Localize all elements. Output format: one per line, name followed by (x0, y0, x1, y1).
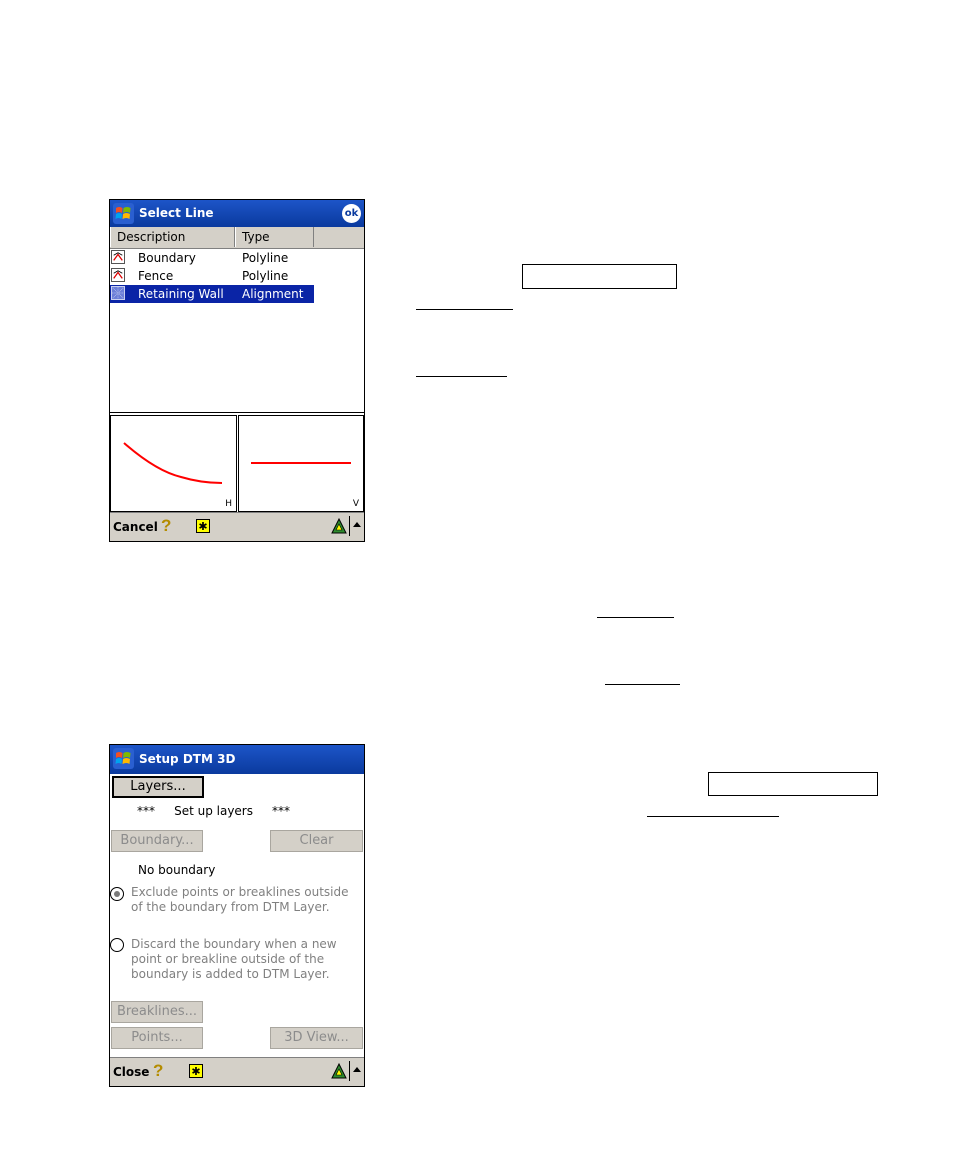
vertical-profile-line (251, 462, 351, 464)
exclude-option-label: Exclude points or breaklines outside of … (131, 885, 349, 914)
star-icon[interactable]: ✱ (189, 1064, 203, 1078)
help-icon[interactable]: ? (161, 517, 175, 535)
command-bar: Cancel ? ✱ (110, 512, 364, 541)
divider (349, 1061, 350, 1081)
input-panel-arrow-icon[interactable] (353, 522, 361, 527)
windows-start-icon[interactable] (113, 748, 134, 769)
layers-status: *** Set up layers *** (137, 804, 291, 818)
discard-option-label: Discard the boundary when a new point or… (131, 937, 337, 981)
vertical-view-panel: V (238, 415, 364, 512)
ok-button[interactable]: ok (342, 204, 361, 223)
alignment-icon (111, 286, 125, 300)
row-type: Alignment (242, 287, 304, 301)
discard-radio[interactable] (110, 938, 124, 952)
exclude-radio[interactable] (110, 887, 124, 901)
horizontal-view-panel: H (110, 415, 237, 512)
annotation-underline (416, 376, 507, 377)
select-line-screen: Select Line ok Description Type Boundary… (109, 199, 365, 542)
polyline-icon (111, 268, 125, 282)
annotation-box (708, 772, 878, 796)
command-bar: Close ? ✱ (110, 1057, 364, 1086)
column-header-type[interactable]: Type (235, 227, 314, 247)
input-panel-arrow-icon[interactable] (353, 1067, 361, 1072)
annotation-underline (416, 309, 513, 310)
row-description: Fence (138, 269, 174, 283)
points-button[interactable]: Points... (111, 1027, 203, 1049)
clear-button[interactable]: Clear (270, 830, 363, 852)
cancel-button[interactable]: Cancel (113, 520, 158, 534)
annotation-underline (605, 684, 680, 685)
divider (349, 516, 350, 536)
window-title: Select Line (139, 206, 214, 220)
list-item-selected[interactable]: Retaining Wall Alignment (110, 285, 314, 303)
breaklines-button[interactable]: Breaklines... (111, 1001, 203, 1023)
list-item[interactable]: Boundary Polyline (110, 249, 314, 267)
close-button[interactable]: Close (113, 1065, 149, 1079)
horizontal-view-label: H (225, 499, 232, 509)
help-icon[interactable]: ? (153, 1062, 167, 1080)
list-item[interactable]: Fence Polyline (110, 267, 314, 285)
title-bar: Setup DTM 3D (110, 745, 364, 774)
row-type: Polyline (242, 269, 289, 283)
row-type: Polyline (242, 251, 289, 265)
boundary-status: No boundary (138, 863, 216, 877)
survey-tool-icon[interactable] (331, 518, 347, 534)
annotation-underline (597, 617, 674, 618)
vertical-view-label: V (352, 499, 359, 509)
row-description: Retaining Wall (138, 287, 224, 301)
boundary-button[interactable]: Boundary... (111, 830, 203, 852)
setup-dtm-screen: Setup DTM 3D Layers... *** Set up layers… (109, 744, 365, 1087)
star-icon[interactable]: ✱ (196, 519, 210, 533)
line-list: Boundary Polyline Fence Polyline Retaini… (110, 248, 364, 413)
windows-start-icon[interactable] (113, 203, 134, 224)
title-bar: Select Line ok (110, 200, 364, 227)
annotation-underline (647, 816, 779, 817)
list-header: Description Type (110, 227, 364, 249)
horizontal-alignment-curve (123, 442, 223, 484)
annotation-box (522, 264, 677, 289)
column-header-description[interactable]: Description (110, 227, 235, 247)
window-title: Setup DTM 3D (139, 752, 236, 766)
layers-button[interactable]: Layers... (112, 776, 204, 798)
polyline-icon (111, 250, 125, 264)
3d-view-button[interactable]: 3D View... (270, 1027, 363, 1049)
row-description: Boundary (138, 251, 196, 265)
survey-tool-icon[interactable] (331, 1063, 347, 1079)
